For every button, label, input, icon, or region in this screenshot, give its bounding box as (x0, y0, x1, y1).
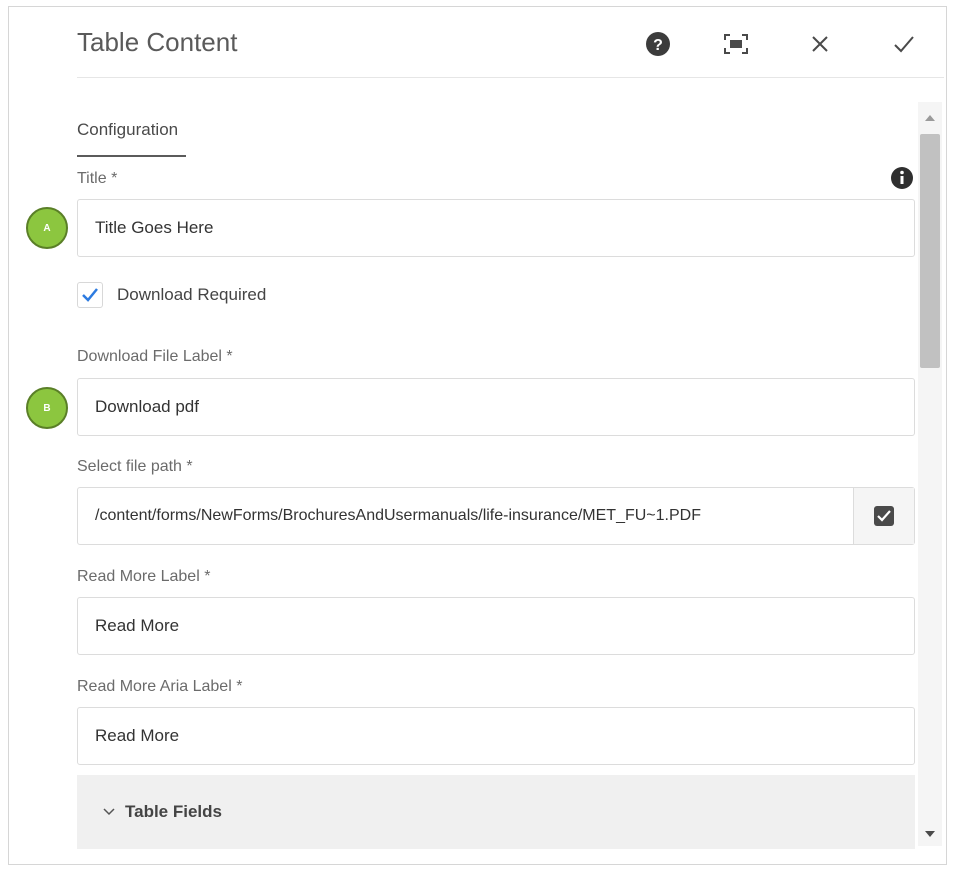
check-icon (894, 36, 914, 53)
annotation-badge-b: B (26, 387, 68, 429)
scroll-down-arrow[interactable] (922, 828, 938, 840)
dialog-title: Table Content (77, 27, 238, 57)
help-icon: ? (646, 32, 670, 56)
triangle-up-icon (925, 115, 935, 121)
file-path-label: Select file path * (77, 458, 193, 475)
read-more-aria-label-label: Read More Aria Label * (77, 678, 243, 695)
download-required-label: Download Required (117, 285, 267, 304)
header-divider (77, 77, 944, 78)
close-button[interactable] (804, 28, 836, 60)
tab-configuration[interactable]: Configuration (77, 120, 178, 152)
download-file-label-label: Download File Label * (77, 348, 233, 365)
title-input[interactable]: Title Goes Here (77, 199, 915, 257)
file-path-input[interactable]: /content/forms/NewForms/BrochuresAndUser… (78, 488, 853, 544)
download-file-label-input[interactable]: Download pdf (77, 378, 915, 436)
table-fields-accordion[interactable]: Table Fields (77, 775, 915, 849)
svg-text:?: ? (653, 37, 663, 54)
chevron-down-icon (103, 808, 115, 816)
fullscreen-button[interactable] (720, 28, 752, 60)
help-button[interactable]: ? (642, 28, 674, 60)
tab-active-indicator (77, 155, 186, 157)
read-more-label-input[interactable]: Read More (77, 597, 915, 655)
fullscreen-icon (724, 34, 748, 54)
file-path-field: /content/forms/NewForms/BrochuresAndUser… (77, 487, 915, 545)
scroll-up-arrow[interactable] (922, 112, 938, 124)
checkmark-icon (82, 288, 98, 302)
read-more-aria-label-input[interactable]: Read More (77, 707, 915, 765)
read-more-label-label: Read More Label * (77, 568, 211, 585)
triangle-down-icon (925, 831, 935, 837)
annotation-badge-a: A (26, 207, 68, 249)
download-required-checkbox[interactable] (77, 282, 103, 308)
title-label: Title * (77, 170, 118, 187)
table-fields-label: Table Fields (125, 802, 222, 821)
download-required-row[interactable]: Download Required (77, 282, 266, 308)
close-icon (812, 36, 828, 52)
file-path-picker-button[interactable] (853, 488, 914, 544)
info-icon[interactable] (890, 166, 914, 190)
done-button[interactable] (888, 28, 920, 60)
scrollbar-thumb[interactable] (920, 134, 940, 368)
checkbox-checked-icon (874, 506, 894, 526)
